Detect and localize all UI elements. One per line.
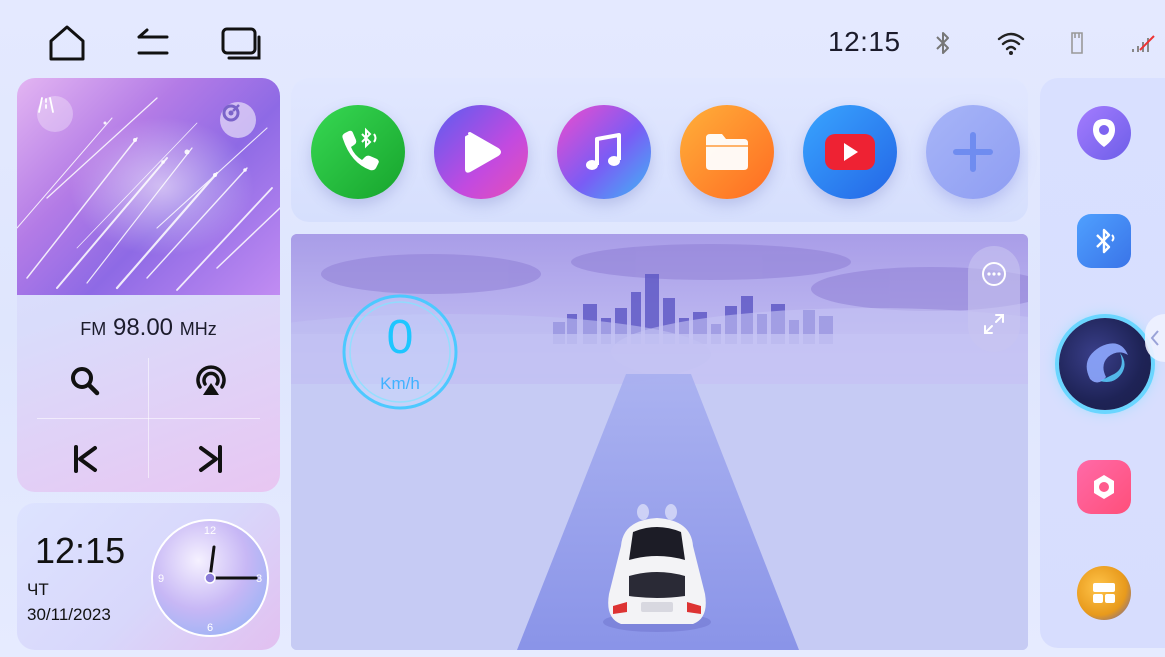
youtube-app[interactable]	[803, 105, 897, 199]
radio-search-button[interactable]	[55, 356, 115, 406]
app-dock	[291, 78, 1028, 222]
radio-artwork	[17, 78, 280, 295]
split-screen-icon	[1093, 583, 1115, 603]
next-icon	[199, 445, 222, 473]
music-icon	[586, 133, 621, 170]
driving-view[interactable]: 0 Km/h	[291, 234, 1028, 650]
radio-frequency: FM 98.00 MHz	[17, 314, 280, 342]
radio-band: FM	[80, 319, 107, 339]
speed-value: 0	[386, 311, 414, 364]
more-button[interactable]	[976, 256, 1012, 292]
expand-icon	[984, 314, 1004, 334]
back-icon	[137, 28, 169, 55]
target-icon	[222, 104, 240, 122]
bluetooth-phone-icon	[342, 127, 379, 171]
previous-icon	[74, 445, 97, 473]
clock-day: ЧТ	[27, 580, 49, 599]
bluetooth-settings-icon	[1096, 228, 1115, 254]
radio-frequency-value: 98.00	[112, 314, 174, 341]
more-icon	[982, 262, 1006, 286]
youtube-icon	[825, 134, 875, 170]
settings-shortcut[interactable]	[1077, 460, 1131, 514]
radio-unit: MHz	[179, 319, 217, 339]
radio-broadcast-button[interactable]	[181, 356, 241, 406]
road-icon	[38, 97, 54, 113]
clock-time: 12:15	[35, 530, 126, 571]
quick-launch-bar	[1040, 78, 1165, 648]
radio-next-button[interactable]	[181, 434, 241, 484]
radio-settings-button[interactable]	[220, 102, 256, 138]
radio-widget[interactable]: FM 98.00 MHz	[17, 78, 280, 492]
dial-6: 6	[207, 622, 213, 634]
clock-date: 30/11/2023	[27, 605, 111, 624]
video-app[interactable]	[434, 105, 528, 199]
back-button[interactable]	[130, 20, 176, 66]
dial-9: 9	[158, 573, 164, 585]
wifi-icon	[996, 28, 1026, 58]
recents-button[interactable]	[219, 20, 265, 66]
view-controls	[968, 246, 1020, 352]
music-app[interactable]	[557, 105, 651, 199]
dial-12: 12	[204, 525, 216, 537]
home-button[interactable]	[44, 20, 90, 66]
search-icon	[71, 367, 100, 396]
files-app[interactable]	[680, 105, 774, 199]
split-screen-shortcut[interactable]	[1077, 566, 1131, 620]
status-time: 12:15	[828, 26, 901, 57]
speed-unit: Km/h	[380, 374, 420, 393]
bluetooth-shortcut[interactable]	[1077, 214, 1131, 268]
recents-icon	[221, 27, 261, 60]
video-player-icon	[465, 132, 501, 173]
fullscreen-button[interactable]	[976, 306, 1012, 342]
sd-card-icon	[1062, 28, 1092, 58]
file-manager-icon	[706, 134, 748, 170]
add-app-icon	[953, 132, 993, 172]
analog-clock: 12 3 6 9	[151, 519, 269, 637]
voice-assistant-icon	[1086, 343, 1128, 383]
bluetooth-icon	[928, 28, 958, 58]
divider	[148, 358, 149, 478]
no-signal-icon	[1128, 28, 1158, 58]
chevron-left-icon	[1150, 330, 1159, 346]
navigation-shortcut[interactable]	[1077, 106, 1131, 160]
radio-previous-button[interactable]	[55, 434, 115, 484]
voice-assistant-button[interactable]	[1059, 318, 1151, 410]
clock-widget[interactable]: 12:15 ЧТ 30/11/2023 12 3 6 9	[17, 503, 280, 650]
radio-source-button[interactable]	[37, 96, 73, 132]
phone-app[interactable]	[311, 105, 405, 199]
settings-icon	[1094, 475, 1114, 499]
broadcast-icon	[196, 365, 226, 395]
home-icon	[49, 25, 85, 61]
add-app-button[interactable]	[926, 105, 1020, 199]
status-bar: 12:15	[0, 0, 1165, 80]
navigation-icon	[1093, 119, 1115, 147]
